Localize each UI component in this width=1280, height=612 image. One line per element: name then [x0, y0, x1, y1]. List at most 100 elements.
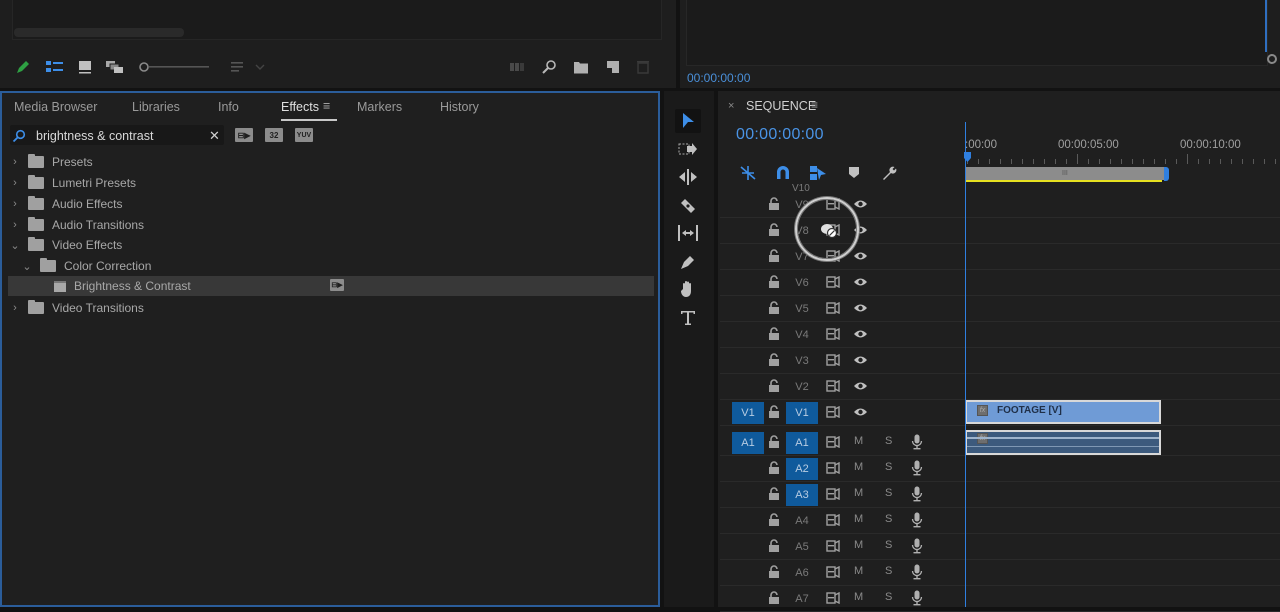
video-track-lane[interactable]: [965, 218, 1280, 244]
video-track-lane[interactable]: [965, 244, 1280, 270]
eye-icon[interactable]: [853, 302, 868, 314]
lock-icon[interactable]: [768, 197, 782, 211]
ripple-edit-tool[interactable]: [675, 165, 701, 189]
video-clip[interactable]: fx FOOTAGE [V]: [965, 400, 1161, 424]
video-track-lane[interactable]: [965, 192, 1280, 218]
sync-lock-icon[interactable]: [826, 565, 840, 579]
add-marker-icon[interactable]: [844, 164, 864, 182]
chevron-right-icon[interactable]: ›: [8, 219, 22, 231]
mute-button[interactable]: M: [854, 461, 863, 473]
solo-button[interactable]: S: [885, 565, 892, 577]
solo-button[interactable]: S: [885, 513, 892, 525]
program-timecode[interactable]: 00:00:00:00: [687, 71, 750, 85]
track-target-a6[interactable]: A6: [786, 562, 818, 584]
track-target-a5[interactable]: A5: [786, 536, 818, 558]
program-scroll-knob[interactable]: [1267, 54, 1277, 64]
sync-lock-icon[interactable]: [826, 405, 840, 419]
eye-icon[interactable]: [853, 276, 868, 288]
work-area-end-handle[interactable]: [1164, 167, 1169, 181]
audio-clip[interactable]: fx: [965, 430, 1161, 455]
lock-icon[interactable]: [768, 223, 782, 237]
new-item-icon[interactable]: [604, 58, 622, 76]
freeform-view-icon[interactable]: [106, 58, 124, 76]
sync-lock-icon[interactable]: [826, 275, 840, 289]
lock-icon[interactable]: [768, 249, 782, 263]
track-target-v6[interactable]: V6: [786, 272, 818, 294]
voiceover-mic-icon[interactable]: [911, 460, 923, 476]
sync-lock-icon[interactable]: [826, 379, 840, 393]
mute-button[interactable]: M: [854, 513, 863, 525]
sync-lock-icon[interactable]: [826, 513, 840, 527]
hand-tool[interactable]: [675, 277, 701, 301]
track-target-v1[interactable]: V1: [786, 402, 818, 424]
eye-icon[interactable]: [853, 328, 868, 340]
nest-insert-toggle-icon[interactable]: [738, 164, 758, 182]
video-track-lane[interactable]: [965, 322, 1280, 348]
tab-libraries[interactable]: Libraries: [132, 100, 180, 114]
sync-lock-icon[interactable]: [826, 539, 840, 553]
accelerated-effects-filter-icon[interactable]: ⊟▶: [235, 128, 253, 142]
sync-lock-icon[interactable]: [826, 591, 840, 605]
lock-icon[interactable]: [768, 327, 782, 341]
track-target-v4[interactable]: V4: [786, 324, 818, 346]
track-select-tool[interactable]: [675, 137, 701, 161]
lock-icon[interactable]: [768, 487, 782, 501]
chevron-down-icon[interactable]: ⌄: [8, 239, 22, 252]
tab-info[interactable]: Info: [218, 100, 239, 114]
project-horizontal-scrollbar[interactable]: [14, 28, 184, 37]
sync-lock-icon[interactable]: [826, 435, 840, 449]
new-bin-icon[interactable]: [572, 58, 590, 76]
tree-item-brightness-contrast[interactable]: Brightness & Contrast ⊟▶: [8, 276, 654, 296]
sequence-tab[interactable]: SEQUENCE: [746, 99, 816, 113]
audio-track-lane[interactable]: [965, 560, 1280, 586]
icon-view-icon[interactable]: [76, 58, 94, 76]
eye-icon[interactable]: [853, 406, 868, 418]
tree-item-color-correction[interactable]: ⌄ Color Correction: [8, 256, 654, 276]
find-icon[interactable]: [540, 58, 558, 76]
lock-icon[interactable]: [768, 565, 782, 579]
work-area-grip-icon[interactable]: III: [1062, 170, 1068, 177]
lock-icon[interactable]: [768, 379, 782, 393]
playhead-line[interactable]: [965, 122, 966, 607]
tab-history[interactable]: History: [440, 100, 479, 114]
source-patch-a1[interactable]: A1: [732, 432, 764, 454]
track-target-a1[interactable]: A1: [786, 432, 818, 454]
solo-button[interactable]: S: [885, 461, 892, 473]
selection-tool[interactable]: [675, 109, 701, 133]
sort-icon[interactable]: [228, 58, 246, 76]
track-target-v2[interactable]: V2: [786, 376, 818, 398]
tree-item-lumetri-presets[interactable]: › Lumetri Presets: [8, 173, 654, 193]
timeline-settings-wrench-icon[interactable]: [879, 164, 899, 182]
tree-item-video-effects[interactable]: ⌄ Video Effects: [8, 235, 654, 255]
sequence-timecode[interactable]: 00:00:00:00: [736, 126, 824, 144]
tab-markers[interactable]: Markers: [357, 100, 402, 114]
audio-track-lane[interactable]: [965, 534, 1280, 560]
chevron-right-icon[interactable]: ›: [8, 198, 22, 210]
chevron-down-icon[interactable]: ⌄: [20, 260, 34, 273]
tree-item-audio-transitions[interactable]: › Audio Transitions: [8, 215, 654, 235]
video-track-lane[interactable]: [965, 374, 1280, 400]
voiceover-mic-icon[interactable]: [911, 512, 923, 528]
slip-tool[interactable]: [675, 221, 701, 245]
solo-button[interactable]: S: [885, 591, 892, 603]
sync-lock-icon[interactable]: [826, 301, 840, 315]
automate-to-sequence-icon[interactable]: [509, 58, 527, 76]
linked-selection-icon[interactable]: [808, 164, 828, 182]
pencil-icon[interactable]: [14, 58, 32, 76]
mute-button[interactable]: M: [854, 565, 863, 577]
chevron-right-icon[interactable]: ›: [8, 302, 22, 314]
tree-item-video-transitions[interactable]: › Video Transitions: [8, 298, 654, 318]
eye-icon[interactable]: [853, 354, 868, 366]
mute-button[interactable]: M: [854, 435, 863, 447]
tree-item-audio-effects[interactable]: › Audio Effects: [8, 194, 654, 214]
tab-effects[interactable]: Effects: [281, 100, 319, 114]
pen-tool[interactable]: [675, 250, 701, 274]
solo-button[interactable]: S: [885, 435, 892, 447]
eye-icon[interactable]: [853, 380, 868, 392]
voiceover-mic-icon[interactable]: [911, 538, 923, 554]
solo-button[interactable]: S: [885, 487, 892, 499]
program-monitor-viewer[interactable]: [686, 0, 1268, 66]
audio-track-lane[interactable]: [965, 482, 1280, 508]
sequence-menu-icon[interactable]: ≡: [811, 98, 818, 112]
mute-button[interactable]: M: [854, 487, 863, 499]
